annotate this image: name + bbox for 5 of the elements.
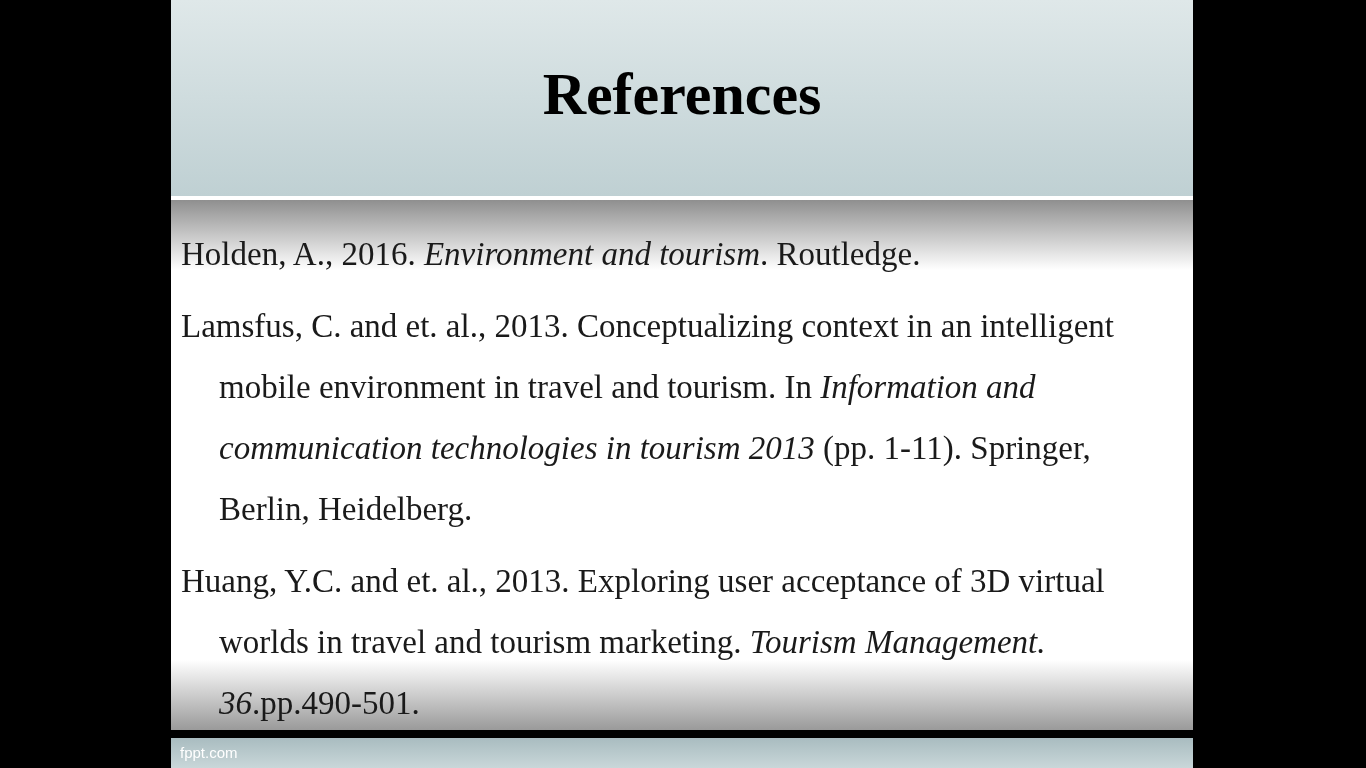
footer-text: fppt.com — [180, 742, 238, 763]
reference-entry: Holden, A., 2016. Environment and tourism. Routledge. — [181, 235, 922, 274]
reference-entry: Huang, Y.C. and et. al., 2013. Exploring user acceptance of 3D virtual worlds in travel and tourism marketing. Tourism Management. 36.pp.490-501. — [181, 562, 1106, 723]
reference-entry: Lamsfus, C. and et. al., 2013. Conceptualizing context in an intelligent mobile environment in travel and tourism. In Information and communication technologies in tourism 2013 (pp. 1-11). Springer, Berlin, Heidelberg. — [181, 307, 1115, 529]
slide-title: References — [542, 64, 822, 124]
